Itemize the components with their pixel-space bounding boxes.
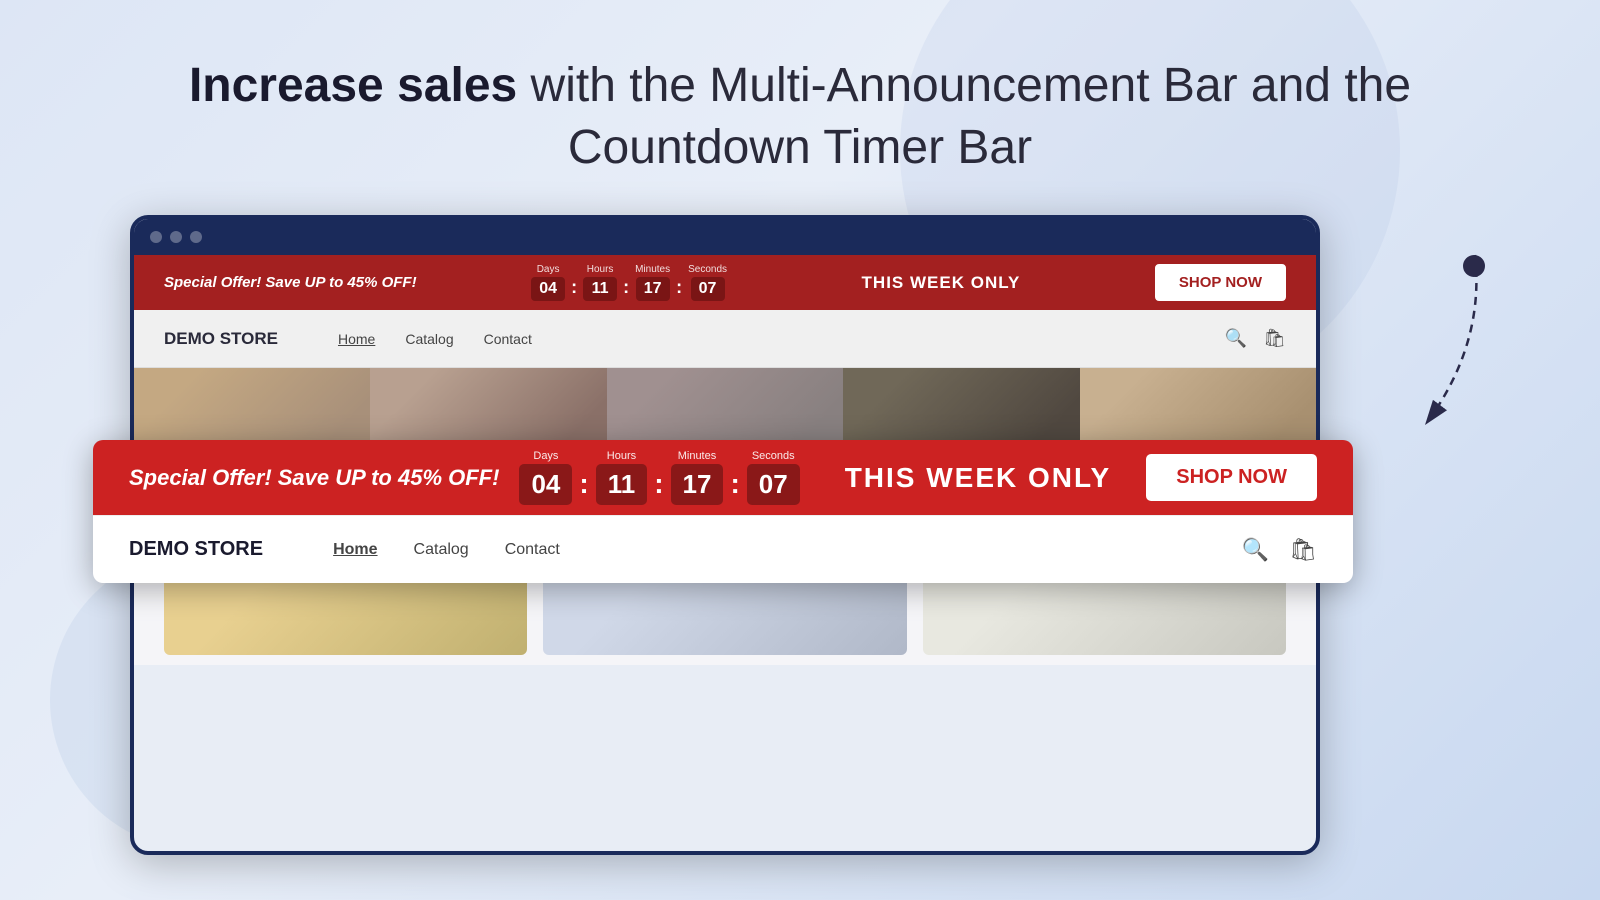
browser-dot-3 <box>190 231 202 243</box>
enlarged-nav: DEMO STORE Home Catalog Contact 🔍 🛍 <box>93 515 1353 583</box>
small-minutes-unit: Minutes 17 <box>635 264 670 301</box>
small-days-value: 04 <box>531 277 565 301</box>
page-title-bold: Increase sales <box>189 59 517 112</box>
small-colon-2: : <box>621 277 631 298</box>
enlarged-nav-contact[interactable]: Contact <box>505 541 560 559</box>
enlarged-nav-links: Home Catalog Contact <box>333 541 560 559</box>
page-title-rest: with the Multi-Announcement Bar and theC… <box>517 59 1411 174</box>
enlarged-hours-unit: Hours 11 <box>596 450 648 505</box>
enlarged-search-icon[interactable]: 🔍 <box>1242 537 1269 563</box>
enlarged-minutes-label: Minutes <box>678 450 717 462</box>
small-seconds-label: Seconds <box>688 264 727 275</box>
enlarged-colon-1: : <box>577 468 590 500</box>
small-colon-1: : <box>569 277 579 298</box>
browser-chrome <box>134 219 1316 255</box>
enlarged-minutes-value: 17 <box>671 464 724 505</box>
enlarged-days-unit: Days 04 <box>519 450 572 505</box>
small-days-label: Days <box>537 264 560 275</box>
page-header: Increase sales with the Multi-Announceme… <box>0 0 1600 220</box>
small-nav-contact[interactable]: Contact <box>484 331 532 347</box>
small-week-text: THIS WEEK ONLY <box>862 273 1021 293</box>
browser-dot-2 <box>170 231 182 243</box>
enlarged-nav-home[interactable]: Home <box>333 541 377 559</box>
enlarged-colon-3: : <box>728 468 741 500</box>
browser-dot-1 <box>150 231 162 243</box>
small-colon-3: : <box>674 277 684 298</box>
page-title: Increase sales with the Multi-Announceme… <box>20 55 1580 180</box>
enlarged-hours-label: Hours <box>607 450 636 462</box>
small-days-unit: Days 04 <box>531 264 565 301</box>
enlarged-timer: Days 04 : Hours 11 : Minutes 17 : Second… <box>519 450 799 505</box>
enlarged-bar: Special Offer! Save UP to 45% OFF! Days … <box>93 440 1353 583</box>
small-shop-now-button[interactable]: SHOP NOW <box>1155 264 1286 301</box>
enlarged-hours-value: 11 <box>596 464 648 505</box>
search-icon[interactable]: 🔍 <box>1225 328 1247 349</box>
enlarged-days-label: Days <box>533 450 558 462</box>
enlarged-nav-catalog[interactable]: Catalog <box>414 541 469 559</box>
enlarged-store-logo: DEMO STORE <box>129 538 263 561</box>
dashed-arrow-svg <box>1395 245 1495 445</box>
enlarged-colon-2: : <box>652 468 665 500</box>
enlarged-minutes-unit: Minutes 17 <box>671 450 724 505</box>
enlarged-offer-text: Special Offer! Save UP to 45% OFF! <box>129 465 499 491</box>
small-timer: Days 04 : Hours 11 : Minutes 17 : Second… <box>531 264 727 301</box>
small-seconds-value: 07 <box>691 277 725 301</box>
small-store-logo: DEMO STORE <box>164 329 278 349</box>
enlarged-cart-icon[interactable]: 🛍 <box>1289 537 1317 563</box>
small-minutes-label: Minutes <box>635 264 670 275</box>
small-nav-links: Home Catalog Contact <box>338 331 1225 347</box>
enlarged-week-text: THIS WEEK ONLY <box>840 462 1117 494</box>
small-nav-catalog[interactable]: Catalog <box>405 331 453 347</box>
cart-icon[interactable]: 🛍 <box>1263 328 1286 349</box>
small-hours-label: Hours <box>587 264 614 275</box>
small-announcement-bar: Special Offer! Save UP to 45% OFF! Days … <box>134 255 1316 310</box>
enlarged-announcement-bar: Special Offer! Save UP to 45% OFF! Days … <box>93 440 1353 515</box>
small-nav-home[interactable]: Home <box>338 331 375 347</box>
small-minutes-value: 17 <box>636 277 670 301</box>
enlarged-shop-now-button[interactable]: SHOP NOW <box>1146 454 1317 501</box>
small-store-nav: DEMO STORE Home Catalog Contact 🔍 🛍 <box>134 310 1316 368</box>
small-seconds-unit: Seconds 07 <box>688 264 727 301</box>
enlarged-nav-icons: 🔍 🛍 <box>1242 537 1317 563</box>
enlarged-days-value: 04 <box>519 464 572 505</box>
small-hours-unit: Hours 11 <box>583 264 617 301</box>
enlarged-seconds-label: Seconds <box>752 450 795 462</box>
enlarged-seconds-unit: Seconds 07 <box>747 450 800 505</box>
small-hours-value: 11 <box>583 277 617 301</box>
enlarged-seconds-value: 07 <box>747 464 800 505</box>
small-offer-text: Special Offer! Save UP to 45% OFF! <box>164 274 417 291</box>
small-nav-icons: 🔍 🛍 <box>1225 328 1286 349</box>
